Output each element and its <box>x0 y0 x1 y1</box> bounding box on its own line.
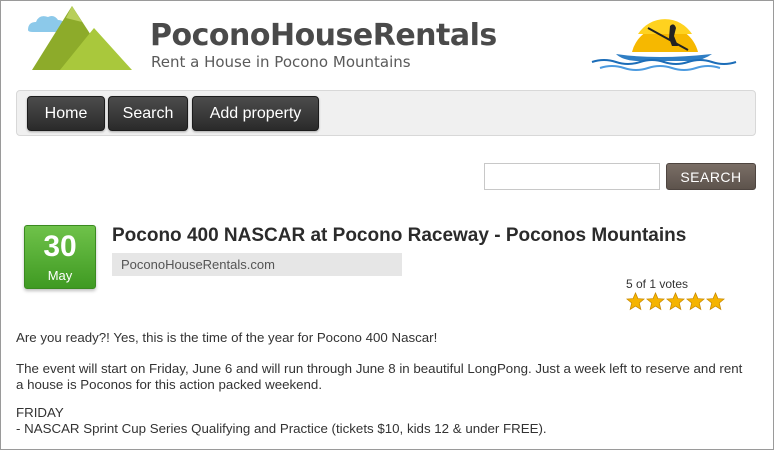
mountains-logo-icon[interactable] <box>26 6 136 72</box>
site-tagline: Rent a House in Pocono Mountains <box>151 53 411 71</box>
nav-add-property-button[interactable]: Add property <box>192 96 319 131</box>
star-icon[interactable] <box>686 292 705 311</box>
nav-search-button[interactable]: Search <box>108 96 188 131</box>
site-title[interactable]: PoconoHouseRentals <box>150 18 497 53</box>
search-input[interactable] <box>484 163 660 190</box>
article-author: PoconoHouseRentals.com <box>112 253 402 276</box>
date-day: 30 <box>43 230 77 263</box>
star-icon[interactable] <box>706 292 725 311</box>
main-nav: Home Search Add property <box>16 90 756 136</box>
article-schedule: FRIDAY - NASCAR Sprint Cup Series Qualif… <box>16 405 746 437</box>
star-icon[interactable] <box>626 292 645 311</box>
kayak-sunset-icon <box>591 19 737 71</box>
star-icon[interactable] <box>646 292 665 311</box>
article-title[interactable]: Pocono 400 NASCAR at Pocono Raceway - Po… <box>112 225 686 247</box>
nav-home-button[interactable]: Home <box>27 96 105 131</box>
date-month: May <box>47 268 73 283</box>
article-paragraph: The event will start on Friday, June 6 a… <box>16 361 743 392</box>
schedule-item: - NASCAR Sprint Cup Series Qualifying an… <box>16 421 547 436</box>
author-name: PoconoHouseRentals.com <box>121 257 275 272</box>
search-button[interactable]: SEARCH <box>666 163 756 190</box>
article-paragraph: Are you ready?! Yes, this is the time of… <box>16 330 438 345</box>
rating-stars[interactable] <box>626 292 725 311</box>
date-badge: 30 May <box>24 225 96 289</box>
schedule-day: FRIDAY <box>16 405 64 420</box>
rating-text: 5 of 1 votes <box>626 277 689 291</box>
star-icon[interactable] <box>666 292 685 311</box>
